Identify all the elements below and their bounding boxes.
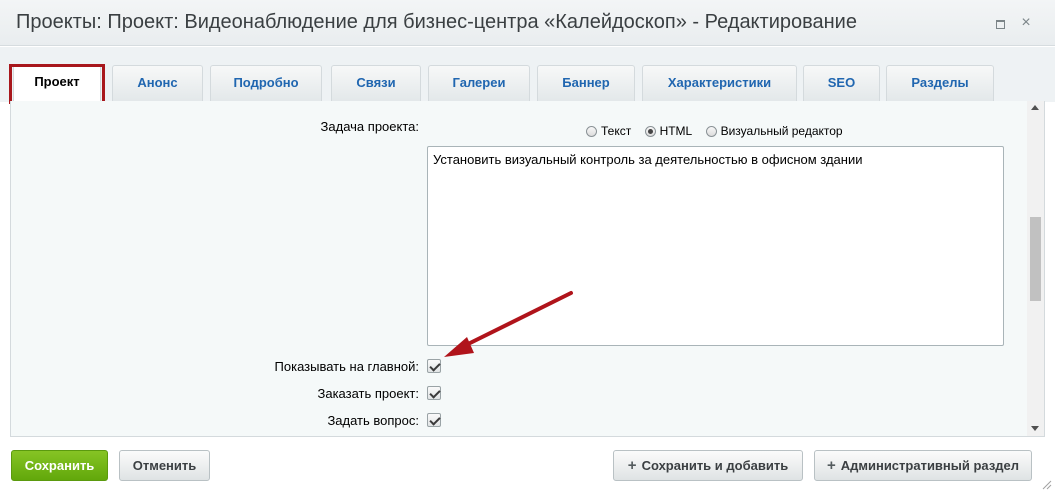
radio-visual-editor-icon[interactable] <box>705 125 717 137</box>
show-on-main-checkbox[interactable] <box>427 359 441 373</box>
tab-sections[interactable]: Разделы <box>886 65 994 101</box>
radio-visual-editor-label: Визуальный редактор <box>720 124 843 138</box>
radio-html-label: HTML <box>659 124 693 138</box>
scroll-down-icon[interactable] <box>1031 426 1039 431</box>
tab-links[interactable]: Связи <box>331 65 421 101</box>
admin-section-button[interactable]: + Административный раздел <box>814 450 1032 481</box>
radio-html-icon[interactable] <box>644 125 656 137</box>
tab-bar: Проект Анонс Подробно Связи Галереи Банн… <box>0 47 1055 102</box>
tab-characteristics[interactable]: Характеристики <box>642 65 797 101</box>
plus-icon: + <box>826 457 836 474</box>
radio-text-icon[interactable] <box>586 125 597 137</box>
ask-question-label: Задать вопрос: <box>327 413 419 428</box>
close-icon[interactable]: × <box>1017 14 1035 32</box>
radio-html[interactable]: HTML <box>644 124 693 138</box>
task-label: Задача проекта: <box>320 119 419 134</box>
tab-galleries[interactable]: Галереи <box>428 65 530 101</box>
editor-mode-group: Текст HTML Визуальный редактор <box>586 124 853 140</box>
order-project-checkbox[interactable] <box>427 386 441 400</box>
scroll-thumb[interactable] <box>1030 217 1041 301</box>
tab-seo[interactable]: SEO <box>803 65 880 101</box>
window-title: Проекты: Проект: Видеонаблюдение для биз… <box>16 11 857 33</box>
plus-icon: + <box>627 457 637 474</box>
save-and-add-button[interactable]: + Сохранить и добавить <box>613 450 803 481</box>
tab-banner[interactable]: Баннер <box>537 65 635 101</box>
radio-text[interactable]: Текст <box>586 124 631 138</box>
panel-scrollbar[interactable] <box>1027 101 1044 436</box>
maximize-icon[interactable] <box>991 14 1009 32</box>
resize-grip-icon[interactable] <box>1040 478 1052 490</box>
save-and-add-label: Сохранить и добавить <box>641 458 789 473</box>
tab-details[interactable]: Подробно <box>210 65 322 101</box>
cancel-button[interactable]: Отменить <box>119 450 210 481</box>
scroll-up-icon[interactable] <box>1031 105 1039 110</box>
admin-section-label: Административный раздел <box>840 458 1020 473</box>
tab-project[interactable]: Проект <box>13 64 101 102</box>
ask-question-checkbox[interactable] <box>427 413 441 427</box>
order-project-label: Заказать проект: <box>317 386 419 401</box>
tab-announce[interactable]: Анонс <box>112 65 203 101</box>
radio-visual-editor[interactable]: Визуальный редактор <box>705 124 843 138</box>
radio-text-label: Текст <box>601 124 632 138</box>
task-textarea[interactable]: Установить визуальный контроль за деятел… <box>427 146 1004 346</box>
save-button[interactable]: Сохранить <box>11 450 108 481</box>
show-on-main-label: Показывать на главной: <box>274 359 419 374</box>
content-panel: Задача проекта: Текст HTML Визуальный ре… <box>10 101 1045 437</box>
window-titlebar: Проекты: Проект: Видеонаблюдение для биз… <box>0 0 1055 46</box>
